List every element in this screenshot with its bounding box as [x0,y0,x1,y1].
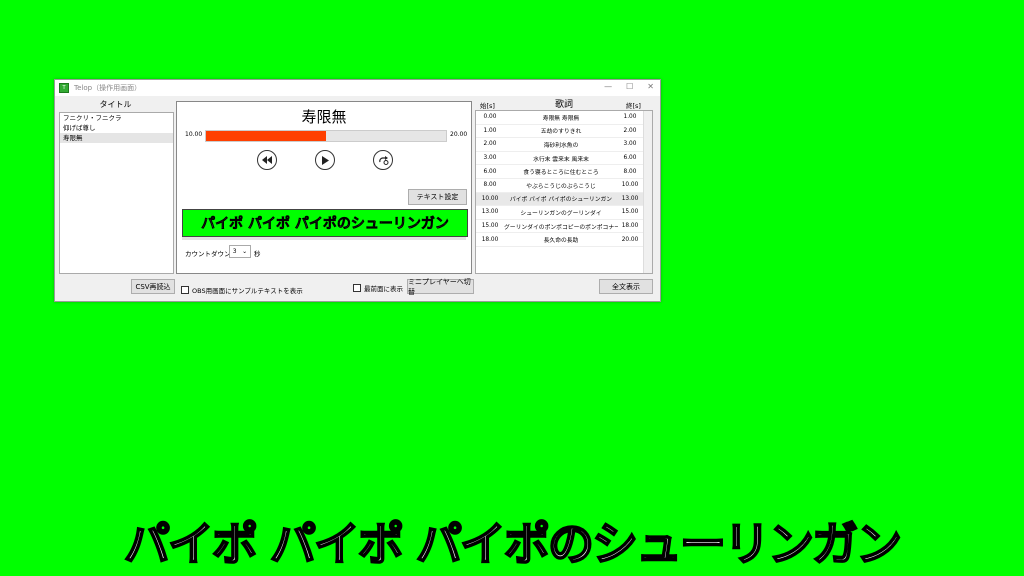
column-header-lyric: 歌詞 [554,100,573,110]
lyric-row[interactable]: 2.00 海砂利水魚の 3.00 [476,138,652,152]
minimize-button[interactable]: — [604,82,612,91]
song-title: 寿限無 [301,108,347,126]
title-bar[interactable]: T Telop（操作用画面） — ☐ ✕ [55,80,660,96]
progress-start-time: 10.00 [185,131,203,138]
loop-icon [378,155,388,165]
overlay-telop: パイポ パイポ パイポのシューリンガン [123,516,903,572]
window-controls: — ☐ ✕ [604,82,654,91]
countdown-unit: 秒 [254,250,261,258]
lyric-row[interactable]: 1.00 五劫のすりきれ 2.00 [476,125,652,139]
countdown-select[interactable]: 3 ⌄ [229,245,251,258]
title-list-item[interactable]: 寿限無 [60,133,173,143]
lyric-end-time: 18.00 [621,223,639,230]
lyric-start-time: 3.00 [483,155,497,162]
lyric-text: 水行末 雲来末 風来末 [533,156,589,163]
lyric-start-time: 8.00 [483,182,497,189]
lyric-end-time: 1.00 [623,114,637,121]
lyric-start-time: 6.00 [483,168,497,175]
lyric-start-time: 13.00 [481,209,499,216]
lyric-start-time: 2.00 [483,141,497,148]
lyric-end-time: 8.00 [623,168,637,175]
progress-end-time: 20.00 [450,131,468,138]
lyric-row[interactable]: 13.00 シューリンガンのグーリンダイ 15.00 [476,206,652,220]
app-icon: T [59,83,69,93]
chevron-down-icon: ⌄ [242,248,248,255]
lyric-text: やぶらこうじのぶらこうじ [526,183,596,190]
lyric-text: 長久命の長助 [543,238,579,245]
telop-window: T Telop（操作用画面） — ☐ ✕ タイトル フニクリ・フニクラ 仰げば尊し… [54,79,661,302]
obs-sample-checkbox-label: OBS用画面にサンプルテキストを表示 [192,287,303,295]
obs-sample-checkbox[interactable]: OBS用画面にサンプルテキストを表示 [181,285,303,295]
lyrics-scrollbar[interactable] [643,111,652,273]
rewind-icon [262,156,272,164]
lyric-row[interactable]: 0.00 寿限無 寿限無 1.00 [476,111,652,125]
lyric-end-time: 6.00 [623,155,637,162]
lyric-start-time: 1.00 [483,127,497,134]
lyric-start-time: 15.00 [481,223,499,230]
player-panel: 寿限無 10.00 20.00 テキスト設定 パイポ パイポ パイポのシューリン… [176,101,472,274]
title-list-item[interactable]: 仰げば尊し [60,123,173,133]
column-header-start: 始[s] [480,102,495,110]
lyric-start-time: 18.00 [481,236,499,243]
column-header-end: 終[s] [626,102,641,110]
lyric-row[interactable]: 6.00 食う寝るところに住むところ 8.00 [476,165,652,179]
lyric-end-time: 13.00 [621,195,639,202]
progress-fill [206,131,326,141]
topmost-checkbox-label: 最前面に表示 [364,285,403,293]
checkbox-box[interactable] [181,286,189,294]
play-button[interactable] [315,150,335,170]
rewind-button[interactable] [257,150,277,170]
countdown-value: 3 [232,248,237,255]
lyric-start-time: 10.00 [481,195,499,202]
loop-button[interactable] [373,150,393,170]
title-list[interactable]: フニクリ・フニクラ 仰げば尊し 寿限無 [59,112,174,274]
progress-bar[interactable] [205,130,447,142]
lyric-text: グーリンダイのポンポコピーのポンポコナーの [504,224,618,231]
lyric-text: 海砂利水魚の [543,142,579,149]
lyric-text: 寿限無 寿限無 [542,115,580,122]
fulltext-button[interactable]: 全文表示 [599,279,653,294]
lyric-end-time: 10.00 [621,182,639,189]
lyric-end-time: 3.00 [623,141,637,148]
title-list-header: タイトル [99,100,132,109]
text-settings-button[interactable]: テキスト設定 [408,189,467,205]
lyric-text: 食う寝るところに住むところ [523,170,599,177]
lyric-row[interactable]: 15.00 グーリンダイのポンポコピーのポンポコナーの 18.00 [476,220,652,234]
lyric-start-time: 0.00 [483,114,497,121]
topmost-checkbox[interactable]: 最前面に表示 [353,283,403,293]
lyrics-table[interactable]: 0.00 寿限無 寿限無 1.00 1.00 五劫のすりきれ 2.00 2.00 海砂利水魚の… [475,110,653,274]
title-list-item[interactable]: フニクリ・フニクラ [60,113,173,123]
lyric-row[interactable]: 10.00 パイポ パイポ パイポのシューリンガン 13.00 [476,192,652,207]
lyric-row[interactable]: 3.00 水行末 雲来末 風来末 6.00 [476,152,652,166]
lyric-text: 五劫のすりきれ [540,129,582,136]
lyric-end-time: 2.00 [623,127,637,134]
lyric-row[interactable]: 8.00 やぶらこうじのぶらこうじ 10.00 [476,179,652,193]
lyric-end-time: 20.00 [621,236,639,243]
csv-reload-button[interactable]: CSV再読込 [131,279,175,294]
preview-scrollbar[interactable] [182,237,466,240]
mini-player-button[interactable]: ミニプレイヤーへ切替 [407,278,474,296]
lyric-end-time: 15.00 [621,209,639,216]
lyric-text: パイポ パイポ パイポのシューリンガン [509,197,613,204]
lyric-text: シューリンガンのグーリンダイ [520,210,602,217]
checkbox-box[interactable] [353,284,361,292]
maximize-button[interactable]: ☐ [626,82,633,91]
lyric-row[interactable]: 18.00 長久命の長助 20.00 [476,233,652,247]
close-button[interactable]: ✕ [647,82,654,91]
telop-preview: パイポ パイポ パイポのシューリンガン [182,209,468,237]
window-title: Telop（操作用画面） [74,84,142,92]
play-icon [322,155,329,165]
